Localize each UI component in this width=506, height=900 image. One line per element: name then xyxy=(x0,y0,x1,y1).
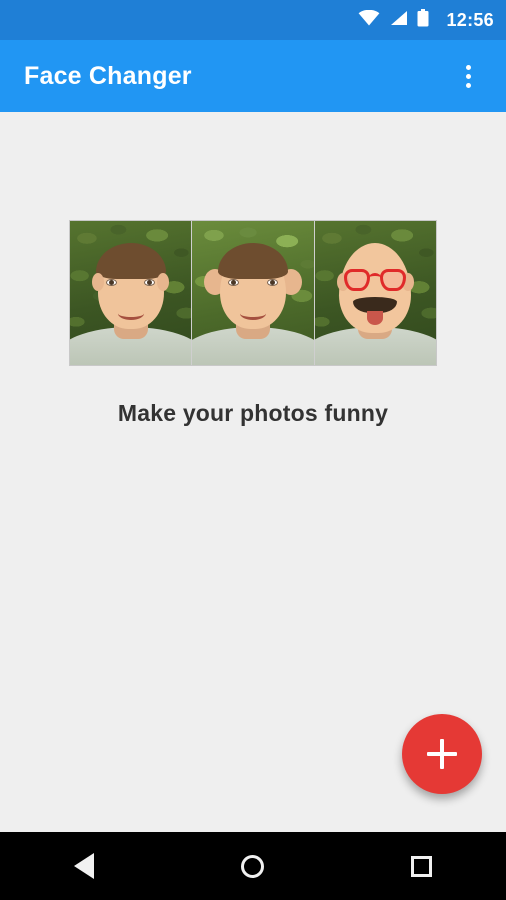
hero-section: Make your photos funny xyxy=(0,220,506,427)
tagline-text: Make your photos funny xyxy=(117,400,389,426)
plus-icon xyxy=(427,739,457,769)
status-clock: 12:56 xyxy=(446,9,494,30)
preview-frame-original xyxy=(70,221,193,365)
signal-icon xyxy=(389,10,408,31)
sunglasses-icon xyxy=(344,269,407,291)
preview-frame-bald-glasses xyxy=(314,221,436,365)
nav-recents-button[interactable] xyxy=(377,832,467,900)
face-filter-preview-strip xyxy=(69,220,437,366)
overflow-dot-1 xyxy=(465,64,471,70)
mouth-shape xyxy=(117,307,144,320)
app-window: 12:56 Face Changer Make your photos funn… xyxy=(0,0,506,900)
ear-left xyxy=(92,273,104,291)
eye-right xyxy=(266,279,278,286)
overflow-menu-icon[interactable] xyxy=(448,54,488,98)
tongue-shape xyxy=(367,311,384,325)
battery-icon xyxy=(417,8,429,32)
overflow-dot-2 xyxy=(465,73,471,79)
wifi-icon xyxy=(358,9,380,31)
app-title: Face Changer xyxy=(24,61,192,90)
eye-left xyxy=(106,279,117,286)
app-bar: Face Changer xyxy=(0,40,506,112)
status-bar: 12:56 xyxy=(0,0,506,40)
recents-square-icon xyxy=(411,855,433,877)
status-icons: 12:56 xyxy=(358,8,494,32)
mouth-shape xyxy=(239,307,266,320)
nav-home-button[interactable] xyxy=(208,832,298,900)
lens-left xyxy=(344,269,371,291)
main-content: Make your photos funny xyxy=(0,112,506,832)
system-navigation-bar xyxy=(0,832,506,900)
home-circle-icon xyxy=(241,854,265,878)
overflow-dot-3 xyxy=(465,82,471,88)
preview-frame-big-ears xyxy=(192,221,315,365)
nav-back-button[interactable] xyxy=(39,832,129,900)
add-photo-fab[interactable] xyxy=(402,714,482,794)
lens-right xyxy=(380,269,407,291)
back-triangle-icon xyxy=(74,853,95,879)
